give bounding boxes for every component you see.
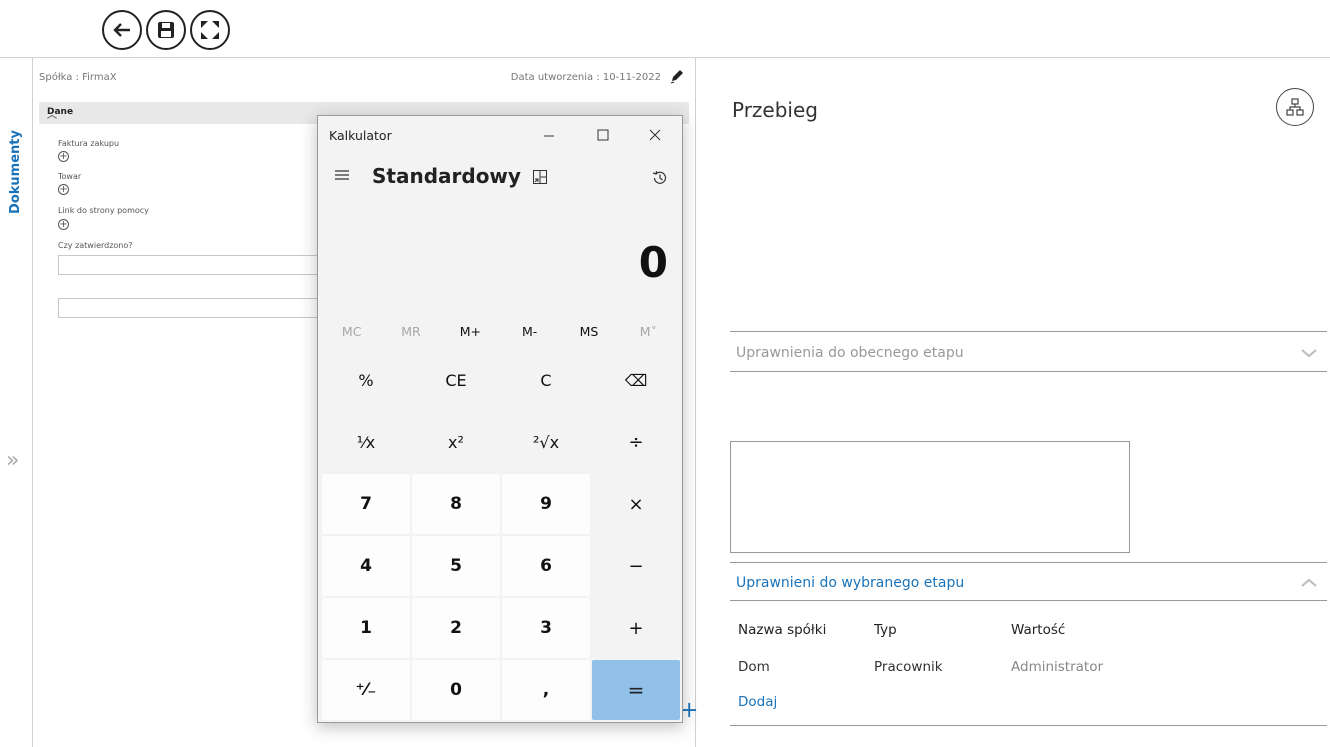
add-invoice-icon[interactable]: +	[58, 151, 69, 162]
digit-0-button[interactable]: 0	[412, 660, 500, 720]
field-label-approved: Czy zatwierdzono?	[58, 241, 133, 250]
reciprocal-button[interactable]: ¹⁄x	[322, 412, 410, 472]
divider	[730, 562, 1327, 563]
subtract-button[interactable]: −	[592, 536, 680, 596]
side-tab: Dokumenty »	[0, 58, 33, 747]
digit-1-button[interactable]: 1	[322, 598, 410, 658]
digit-6-button[interactable]: 6	[502, 536, 590, 596]
field-label-invoice: Faktura zakupu	[58, 139, 120, 148]
memory-row: MC MR M+ M- MS M˅	[322, 320, 678, 344]
minimize-button[interactable]	[540, 126, 558, 144]
divider	[730, 725, 1327, 726]
mode-title: Standardowy	[372, 164, 521, 188]
digit-7-button[interactable]: 7	[322, 474, 410, 534]
extra-field[interactable]	[58, 298, 328, 318]
digit-2-button[interactable]: 2	[412, 598, 500, 658]
digit-9-button[interactable]: 9	[502, 474, 590, 534]
expand-panel-icon[interactable]: »	[6, 450, 19, 472]
minimize-icon	[544, 135, 554, 137]
column-header: Wartość	[1011, 622, 1066, 638]
calculator-titlebar[interactable]: Kalkulator	[318, 116, 682, 152]
table-cell-value: Administrator	[1011, 659, 1104, 675]
top-toolbar	[102, 10, 230, 50]
company-label: Spółka : FirmaX	[39, 72, 117, 83]
hamburger-menu-icon[interactable]	[335, 170, 349, 180]
calculator-display: 0	[638, 238, 668, 287]
back-arrow-icon	[113, 23, 130, 37]
maximize-icon	[597, 129, 609, 141]
digit-4-button[interactable]: 4	[322, 536, 410, 596]
memory-add-button[interactable]: M+	[441, 320, 500, 344]
field-label-goods: Towar	[58, 172, 82, 181]
memory-subtract-button[interactable]: M-	[500, 320, 559, 344]
clear-button[interactable]: C	[502, 350, 590, 410]
keypad: % CE C ⌫ ¹⁄x x² ²√x ÷ 7 8 9 × 4 5 6 − 1 …	[322, 350, 680, 720]
divide-button[interactable]: ÷	[592, 412, 680, 472]
workflow-title: Przebieg	[732, 98, 818, 122]
add-button[interactable]: +	[592, 598, 680, 658]
selected-permissions-header[interactable]: Uprawnieni do wybranego etapu	[736, 575, 964, 591]
keep-on-top-icon[interactable]	[532, 169, 548, 185]
square-root-button[interactable]: ²√x	[502, 412, 590, 472]
memory-list-button[interactable]: M˅	[619, 320, 678, 344]
memory-store-button[interactable]: MS	[559, 320, 618, 344]
fullscreen-icon	[201, 21, 219, 39]
save-button[interactable]	[146, 10, 186, 50]
save-icon	[158, 22, 174, 38]
documents-tab[interactable]: Dokumenty	[3, 124, 29, 220]
memory-recall-button[interactable]: MR	[381, 320, 440, 344]
edit-pencil-icon[interactable]	[669, 68, 685, 84]
history-icon[interactable]	[651, 169, 669, 187]
current-permissions-header[interactable]: Uprawnienia do obecnego etapu	[736, 345, 964, 361]
negate-button[interactable]: ⁺⁄₋	[322, 660, 410, 720]
right-panel: Przebieg Uprawnienia do obecnego etapu U…	[697, 58, 1330, 747]
clear-entry-button[interactable]: CE	[412, 350, 500, 410]
close-button[interactable]	[646, 126, 664, 144]
percent-button[interactable]: %	[322, 350, 410, 410]
created-date: Data utworzenia : 10-11-2022	[510, 72, 661, 83]
chevron-up-icon[interactable]	[1300, 577, 1318, 589]
equals-button[interactable]: =	[592, 660, 680, 720]
table-cell-company: Dom	[738, 659, 770, 675]
table-cell-type: Pracownik	[874, 659, 943, 675]
memory-clear-button[interactable]: MC	[322, 320, 381, 344]
add-help-link-icon[interactable]: +	[58, 219, 69, 230]
back-button[interactable]	[102, 10, 142, 50]
divider	[730, 331, 1327, 332]
column-header: Typ	[874, 622, 897, 638]
workflow-diagram-icon	[1286, 98, 1304, 116]
chevron-down-icon[interactable]	[1300, 347, 1318, 359]
multiply-button[interactable]: ×	[592, 474, 680, 534]
field-label-help-link: Link do strony pomocy	[58, 206, 149, 215]
backspace-button[interactable]: ⌫	[592, 350, 680, 410]
diagram-button[interactable]	[1276, 88, 1314, 126]
maximize-button[interactable]	[594, 126, 612, 144]
mode-row: Standardowy	[318, 160, 682, 194]
approved-field[interactable]	[58, 255, 328, 275]
digit-8-button[interactable]: 8	[412, 474, 500, 534]
window-title: Kalkulator	[329, 128, 392, 143]
decimal-separator-button[interactable]: ,	[502, 660, 590, 720]
square-button[interactable]: x²	[412, 412, 500, 472]
divider	[730, 600, 1327, 601]
fullscreen-button[interactable]	[190, 10, 230, 50]
add-goods-icon[interactable]: +	[58, 184, 69, 195]
column-header: Nazwa spółki	[738, 622, 827, 638]
comment-textarea[interactable]	[730, 441, 1130, 553]
digit-3-button[interactable]: 3	[502, 598, 590, 658]
add-link[interactable]: Dodaj	[738, 694, 777, 710]
calculator-window: Kalkulator Standardowy 0 MC MR M+ M- MS …	[317, 115, 683, 723]
divider	[730, 371, 1327, 372]
digit-5-button[interactable]: 5	[412, 536, 500, 596]
close-icon	[649, 129, 661, 141]
